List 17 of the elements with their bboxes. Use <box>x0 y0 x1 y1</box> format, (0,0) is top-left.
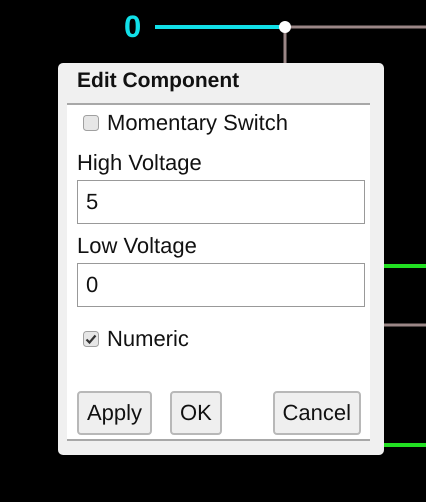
wire <box>384 443 426 447</box>
junction-dot <box>279 21 291 33</box>
wire <box>384 324 426 326</box>
wire <box>384 264 426 268</box>
input-field[interactable]: 0 <box>77 263 365 307</box>
checkbox-label: Momentary Switch <box>107 110 288 136</box>
checkbox[interactable] <box>83 115 99 131</box>
dialog-button[interactable]: OK <box>170 391 222 435</box>
field-label: Low Voltage <box>77 233 198 259</box>
dialog-title: Edit Component <box>76 68 240 94</box>
field-label: High Voltage <box>77 150 203 176</box>
checkbox-label: Numeric <box>107 326 189 352</box>
dialog-button[interactable]: Cancel <box>272 391 361 435</box>
input-field[interactable]: 5 <box>77 180 365 224</box>
checkbox[interactable] <box>83 331 99 347</box>
dialog-button[interactable]: Apply <box>77 391 152 435</box>
node-label: 0 <box>124 9 142 45</box>
